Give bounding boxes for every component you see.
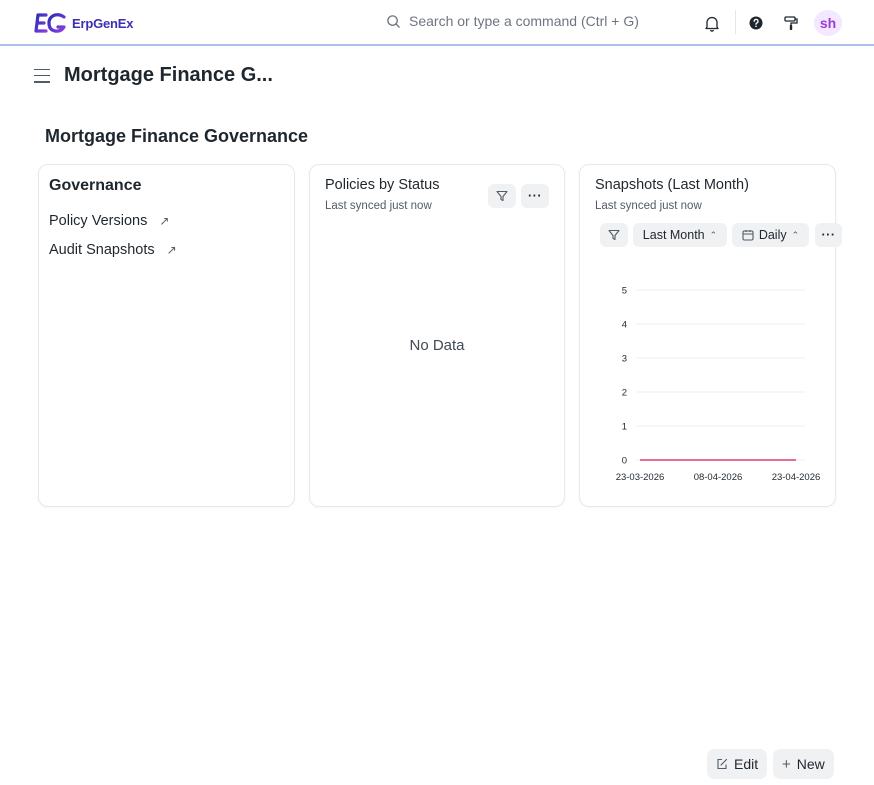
filter-button[interactable]: [600, 223, 628, 247]
notifications-button[interactable]: [702, 13, 722, 33]
x-tick-label: 08-04-2026: [694, 472, 743, 483]
navbar: ErpGenEx Search or type a command (Ctrl …: [0, 0, 874, 46]
link-label: Audit Snapshots: [49, 242, 155, 258]
filter-icon: [496, 190, 508, 202]
edit-icon: [717, 758, 728, 770]
plus-icon: +: [782, 755, 791, 773]
x-tick-label: 23-03-2026: [616, 472, 665, 483]
new-button[interactable]: + New: [773, 749, 834, 779]
search-placeholder: Search or type a command (Ctrl + G): [409, 13, 639, 29]
chevron-up-down-icon: ⌃: [791, 229, 800, 240]
last-synced-text: Last synced just now: [325, 200, 432, 212]
last-synced-text: Last synced just now: [595, 200, 702, 212]
chevron-up-down-icon: ⌃: [709, 229, 718, 240]
y-tick-label: 2: [622, 388, 627, 399]
card-title: Policies by Status: [325, 177, 440, 193]
timespan-value: Last Month: [642, 228, 705, 242]
filter-button[interactable]: [488, 184, 516, 208]
arrow-up-right-icon: ↗: [166, 243, 177, 257]
policies-by-status-card: Policies by Status Last synced just now …: [309, 164, 565, 507]
empty-state: No Data: [409, 337, 465, 354]
governance-shortcuts-card: Governance Policy Versions ↗ Audit Snaps…: [38, 164, 295, 507]
more-icon: ···: [528, 189, 542, 203]
card-title: Snapshots (Last Month): [595, 177, 749, 193]
help-button[interactable]: [746, 13, 766, 33]
calendar-icon: [742, 230, 754, 241]
avatar[interactable]: sh: [814, 10, 842, 36]
more-options-button[interactable]: ···: [521, 184, 549, 208]
link-audit-snapshots[interactable]: Audit Snapshots ↗: [49, 242, 177, 258]
snapshots-line-chart: 0 1 2 3 4 5 23-03-2026 08-04-2026 23-04-2026: [616, 286, 821, 484]
link-policy-versions[interactable]: Policy Versions ↗: [49, 213, 169, 229]
search-input[interactable]: Search or type a command (Ctrl + G): [386, 13, 639, 29]
page-header: Mortgage Finance G...: [34, 64, 273, 87]
interval-value: Daily: [758, 228, 787, 242]
navbar-divider: [735, 10, 736, 34]
menu-icon[interactable]: [34, 68, 50, 83]
y-tick-label: 1: [622, 422, 627, 433]
help-icon: [749, 16, 763, 30]
y-tick-label: 5: [622, 286, 627, 297]
filter-icon: [608, 229, 620, 241]
y-tick-label: 0: [622, 456, 627, 467]
brand-logo-icon: [34, 13, 66, 33]
edit-label: Edit: [734, 756, 759, 772]
more-icon: ···: [821, 228, 836, 242]
bell-icon: [705, 16, 719, 32]
brand-logo[interactable]: ErpGenEx: [34, 12, 133, 34]
timespan-select[interactable]: Last Month ⌃: [633, 223, 727, 247]
section-title: Mortgage Finance Governance: [45, 126, 309, 146]
more-options-button[interactable]: ···: [815, 223, 842, 247]
paint-roller-icon: [784, 16, 798, 30]
page-title: Mortgage Finance G...: [64, 64, 273, 86]
x-tick-label: 23-04-2026: [772, 472, 821, 483]
link-label: Policy Versions: [49, 213, 148, 229]
arrow-up-right-icon: ↗: [159, 214, 170, 228]
new-label: New: [796, 756, 825, 772]
y-tick-label: 4: [622, 320, 627, 331]
edit-button[interactable]: Edit: [707, 749, 768, 779]
card-title: Governance: [49, 177, 142, 194]
interval-select[interactable]: Daily ⌃: [732, 223, 809, 247]
search-icon: [387, 14, 400, 28]
theme-button[interactable]: [781, 13, 801, 33]
snapshots-card: Snapshots (Last Month) Last synced just …: [579, 164, 842, 507]
y-tick-label: 3: [622, 354, 627, 365]
brand-name: ErpGenEx: [72, 15, 134, 31]
